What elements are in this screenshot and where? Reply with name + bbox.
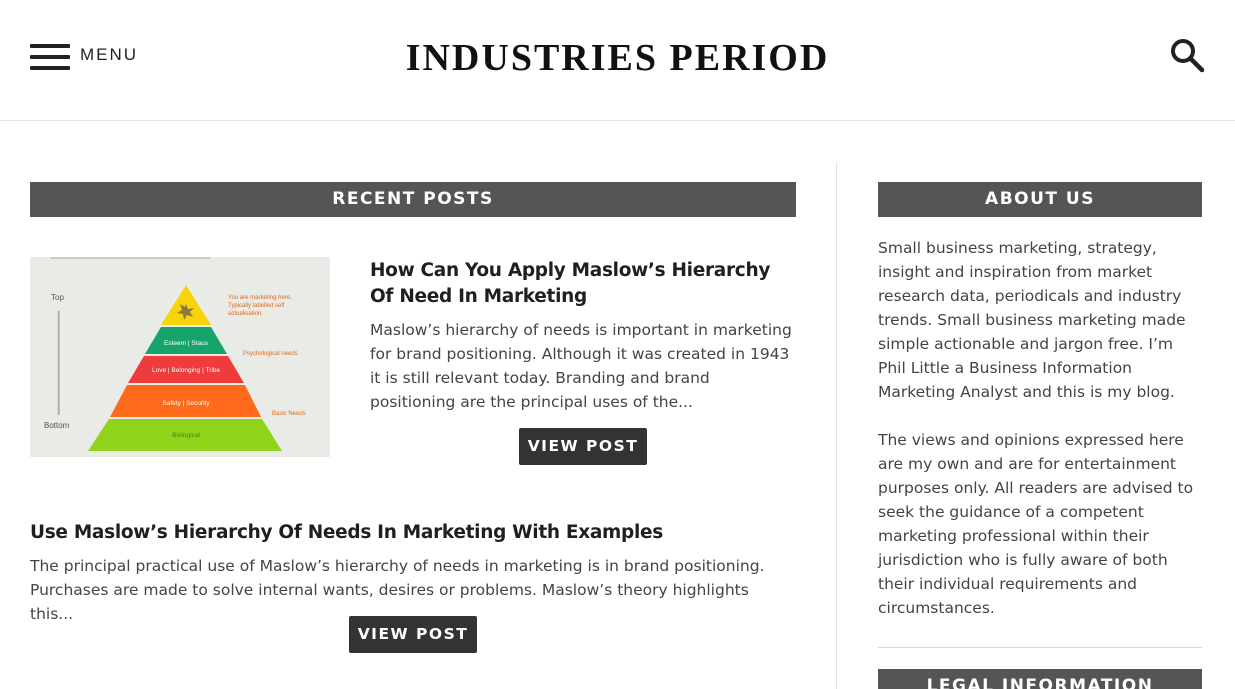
pyramid-level-label: Esteem | Staus bbox=[164, 340, 209, 347]
about-paragraph: The views and opinions expressed here ar… bbox=[878, 431, 1194, 617]
search-icon bbox=[1171, 39, 1205, 73]
maslow-pyramid-image: Top Bottom Esteem | Staus Love | Belongi… bbox=[30, 257, 330, 457]
pyramid-left-label: Bottom bbox=[44, 421, 70, 430]
column-divider bbox=[836, 162, 837, 689]
view-post-button[interactable]: VIEW POST bbox=[519, 428, 647, 465]
pyramid-level-label: Safety | Security bbox=[162, 400, 210, 407]
search-button[interactable] bbox=[1170, 38, 1206, 74]
post-title[interactable]: How Can You Apply Maslow’s Hierarchy Of … bbox=[370, 258, 790, 310]
post-title[interactable]: Use Maslow’s Hierarchy Of Needs In Marke… bbox=[30, 520, 796, 546]
pyramid-right-label: Basic Needs bbox=[272, 411, 306, 417]
recent-posts-heading: RECENT POSTS bbox=[30, 182, 796, 217]
pyramid-level-label: Love | Belonging | Tribe bbox=[152, 367, 220, 374]
legal-information-heading: LEGAL INFORMATION bbox=[878, 669, 1202, 689]
site-title[interactable]: INDUSTRIES PERIOD bbox=[0, 36, 1235, 80]
post-excerpt: Maslow’s hierarchy of needs is important… bbox=[370, 321, 792, 411]
pyramid-left-label: Top bbox=[51, 293, 64, 302]
pyramid-right-label: Psychological needs bbox=[243, 351, 298, 357]
pyramid-level-label: Biological bbox=[172, 432, 200, 439]
site-header: MENU INDUSTRIES PERIOD bbox=[0, 0, 1235, 121]
about-us-text: Small business marketing, strategy, insi… bbox=[878, 236, 1202, 620]
about-paragraph: Small business marketing, strategy, insi… bbox=[878, 239, 1186, 401]
about-us-heading: ABOUT US bbox=[878, 182, 1202, 217]
view-post-button[interactable]: VIEW POST bbox=[349, 616, 477, 653]
post-thumbnail[interactable]: Top Bottom Esteem | Staus Love | Belongi… bbox=[30, 257, 330, 457]
sidebar-divider bbox=[878, 647, 1202, 648]
